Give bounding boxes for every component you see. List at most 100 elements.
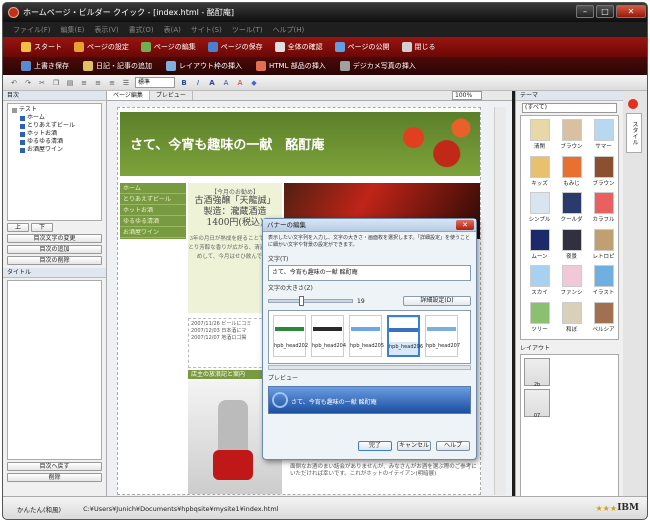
nav-item-seishu[interactable]: ゆるゆる清酒 [120,216,186,227]
cancel-button[interactable]: キャンセル [397,441,431,451]
theme-item[interactable]: 和ぼ [557,301,586,334]
tree-item-beer[interactable]: とりあえずビール [12,122,97,130]
menu-help[interactable]: ヘルプ(H) [273,25,305,35]
align-right-icon[interactable]: ≡ [107,78,117,88]
theme-item[interactable]: カラフル [589,192,618,224]
page-edit-button[interactable]: ページの編集 [140,42,196,52]
check-all-button[interactable]: 全体の確認 [274,42,323,52]
site-banner[interactable]: さて、今宵も趣味の一献 酩酊庵 [120,112,480,176]
theme-item[interactable]: 清閑 [525,119,554,151]
menu-view[interactable]: 表示(V) [94,25,118,35]
menu-tools[interactable]: ツール(T) [232,25,263,35]
menu-table[interactable]: 表(A) [164,25,181,35]
slider-thumb[interactable] [299,296,305,306]
overwrite-save-button[interactable]: 上書き保存 [21,61,69,71]
theme-item[interactable]: もみじ [557,155,586,188]
font-size-up-button[interactable]: A [207,78,217,88]
menu-format[interactable]: 書式(O) [129,25,154,35]
paste-icon[interactable]: ▤ [65,78,75,88]
page-save-button[interactable]: ページの保存 [207,42,263,52]
add-article-button[interactable]: 日記・記事の追加 [83,61,152,71]
paint-icon[interactable]: ◆ [249,78,259,88]
menu-edit[interactable]: 編集(E) [61,25,85,35]
theme-item[interactable]: サマー [589,119,618,151]
undo-icon[interactable]: ↶ [9,78,19,88]
insert-html-button[interactable]: HTML 部品の挿入 [256,61,326,71]
theme-item[interactable]: クールダ [557,192,586,224]
list-icon[interactable]: ☰ [121,78,131,88]
theme-item[interactable]: シンプル [525,192,554,224]
theme-item[interactable]: キッズ [525,155,554,188]
theme-item[interactable]: ペルシア [589,301,618,334]
font-size-slider[interactable] [268,296,353,306]
nav-item-hot-sake[interactable]: ホットお酒 [120,205,186,216]
thumbnail-scrollbar[interactable] [268,365,471,370]
insert-photo-button[interactable]: デジカメ写真の挿入 [339,61,416,71]
publish-button[interactable]: ページの公開 [334,42,390,52]
theme-item[interactable]: ツリー [525,301,554,334]
dialog-close-button[interactable]: ✕ [456,220,474,230]
close-page-button[interactable]: 閉じる [401,42,436,52]
theme-item[interactable]: 夜景 [557,228,586,261]
theme-filter-select[interactable]: (すべて) [522,103,617,113]
maximize-button[interactable]: □ [596,5,614,18]
theme-item[interactable]: レトロピ [589,228,618,261]
font-select[interactable]: 標準 [135,77,175,88]
add-toc-button[interactable]: 目次の追加 [7,245,102,254]
title-list[interactable] [7,280,102,460]
zoom-select[interactable]: 100% [452,91,482,100]
menu-file[interactable]: ファイル(F) [13,25,51,35]
alert-icon[interactable] [628,99,638,109]
move-down-button[interactable]: 下 [31,223,53,232]
theme-item[interactable]: ファンシ [557,265,586,297]
theme-item[interactable]: スカイ [525,265,554,297]
tree-item-wine[interactable]: お酒屋ワイン [12,146,97,154]
banner-text-input[interactable]: さて、今宵も趣味の一献 酩酊庵 [268,265,471,281]
close-button[interactable]: ✕ [616,5,646,18]
layout-item[interactable]: 2b [524,358,550,388]
body-text[interactable]: 面倒なお酒のまい話会がありませんが、みなさんがお酒を選ぶ際のご参考にいただければ… [290,464,480,478]
return-to-toc-button[interactable]: 目次へ戻す [7,462,102,471]
tab-page-edit[interactable]: ページ編集 [107,91,150,100]
tree-item-root[interactable]: テスト [12,106,97,114]
bold-button[interactable]: B [179,78,189,88]
menu-site[interactable]: サイト(S) [191,25,222,35]
style-side-tab[interactable]: スタイル [626,113,642,153]
tree-item-home[interactable]: ホーム [12,114,97,122]
insert-layout-button[interactable]: レイアウト枠の挿入 [166,61,242,71]
banner-thumbnail[interactable]: hpb_head205 [349,315,384,357]
nav-item-home[interactable]: ホーム [120,183,186,194]
redo-icon[interactable]: ↷ [23,78,33,88]
nav-item-beer[interactable]: とりあえずビール [120,194,186,205]
tab-preview[interactable]: プレビュー [150,91,193,100]
move-up-button[interactable]: 上 [7,223,29,232]
rename-toc-button[interactable]: 目次文字の変更 [7,234,102,243]
page-settings-button[interactable]: ページの設定 [74,42,129,52]
delete-title-button[interactable]: 削除 [7,473,102,482]
align-center-icon[interactable]: ≡ [93,78,103,88]
banner-thumbnail[interactable]: hpb_head206 [387,315,423,357]
theme-item[interactable]: イラスト [589,265,618,297]
tree-item-seishu[interactable]: ゆるゆる清酒 [12,138,97,146]
theme-item[interactable]: ブラウン [589,155,618,188]
theme-item[interactable]: ムーン [525,228,554,261]
banner-thumbnail[interactable]: hpb_head204 [311,315,346,357]
layout-item[interactable]: 07 [524,389,550,419]
done-button[interactable]: 完了 [358,441,392,451]
start-button[interactable]: スタート [21,42,62,52]
editor-scrollbar[interactable] [494,107,506,495]
italic-button[interactable]: I [193,78,203,88]
text-color-icon[interactable]: A [235,78,245,88]
help-button[interactable]: ヘルプ [436,441,470,451]
align-left-icon[interactable]: ≡ [79,78,89,88]
tree-item-hot-sake[interactable]: ホットお酒 [12,130,97,138]
banner-thumbnail[interactable]: hpb_head202 [273,315,308,357]
minimize-button[interactable]: – [576,5,594,18]
nav-item-wine[interactable]: お酒屋ワイン [120,227,186,238]
advanced-settings-button[interactable]: 詳細設定(D) [403,296,471,306]
delete-toc-button[interactable]: 目次の削除 [7,256,102,265]
banner-thumbnail[interactable]: hpb_head207 [425,315,460,357]
theme-item[interactable]: ブラウン [557,119,586,151]
copy-icon[interactable]: ❐ [51,78,61,88]
cut-icon[interactable]: ✂ [37,78,47,88]
